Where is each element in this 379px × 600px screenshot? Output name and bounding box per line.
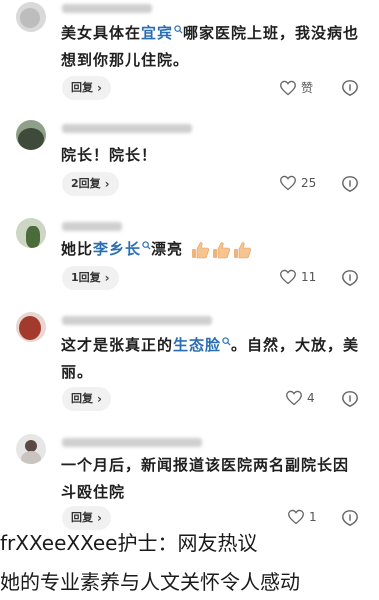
heart-icon: [286, 390, 302, 406]
comment-text: 美女具体在宜宾 哪家医院上班，我没病也想到你那儿住院。: [61, 24, 360, 69]
dislike-icon[interactable]: [341, 390, 359, 408]
thumbs-up-emoji: [192, 241, 210, 258]
dislike-icon[interactable]: [341, 175, 359, 193]
heart-icon: [280, 175, 296, 191]
like-button[interactable]: 1: [287, 509, 317, 525]
comment-text: 她比李乡长 漂亮: [61, 236, 361, 263]
avatar[interactable]: [16, 434, 46, 464]
search-link[interactable]: 宜宾: [141, 24, 173, 42]
reply-button[interactable]: 2回复 ›: [62, 172, 119, 196]
comment-text: 这才是张真正的生态脸 。自然，大放，美丽。: [61, 336, 360, 381]
overlay-caption-line2: 她的专业素养与人文关怀令人感动: [0, 570, 300, 594]
like-button[interactable]: 11: [279, 269, 316, 285]
reply-button[interactable]: 回复 ›: [62, 76, 111, 100]
search-link[interactable]: 李乡长: [93, 240, 141, 258]
search-icon: [222, 337, 231, 346]
like-button[interactable]: 25: [279, 175, 316, 191]
thumbs-up-emoji: [213, 241, 231, 258]
like-count: 25: [301, 176, 317, 190]
avatar[interactable]: [16, 120, 46, 150]
search-icon: [174, 25, 183, 34]
comment-text: 一个月后，新闻报道该医院两名副院长因斗殴住院: [61, 456, 350, 501]
chevron-right-icon: ›: [104, 177, 110, 191]
username-blurred: [62, 222, 122, 231]
thumbs-up-emoji: [234, 241, 252, 258]
heart-icon: [280, 80, 296, 95]
like-button[interactable]: 4: [285, 390, 315, 406]
comment-text: 院长！院长！: [61, 146, 158, 164]
reply-button[interactable]: 回复 ›: [62, 387, 111, 411]
avatar[interactable]: [16, 218, 46, 248]
overlay-caption-line1: frXXeeXXee护士：网友热议: [0, 531, 258, 555]
reply-button[interactable]: 1回复 ›: [62, 266, 119, 290]
username-blurred: [62, 438, 202, 447]
heart-icon: [288, 509, 304, 525]
avatar[interactable]: [16, 2, 46, 32]
chevron-right-icon: ›: [104, 271, 110, 285]
avatar[interactable]: [16, 312, 46, 342]
like-count: 4: [307, 391, 315, 405]
heart-icon: [280, 269, 296, 285]
chevron-right-icon: ›: [97, 392, 102, 406]
dislike-icon[interactable]: [341, 269, 359, 287]
username-blurred: [62, 124, 192, 133]
like-count: 1: [309, 510, 317, 524]
like-count: 11: [301, 270, 317, 284]
search-icon: [142, 241, 151, 250]
dislike-icon[interactable]: [341, 509, 359, 527]
chevron-right-icon: ›: [97, 81, 102, 95]
search-link[interactable]: 生态脸: [173, 336, 221, 354]
username-blurred: [62, 4, 152, 13]
dislike-icon[interactable]: [341, 79, 359, 97]
username-blurred: [62, 316, 212, 325]
like-button[interactable]: 赞: [279, 79, 313, 96]
